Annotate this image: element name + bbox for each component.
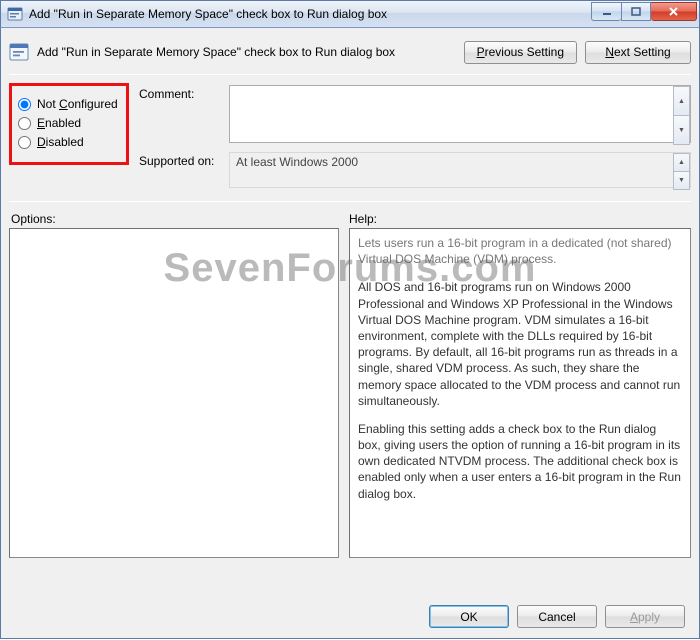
help-paragraph: Enabling this setting adds a check box t… bbox=[358, 421, 682, 502]
scroll-up-icon[interactable]: ▲ bbox=[673, 86, 690, 115]
scroll-down-icon[interactable]: ▼ bbox=[673, 115, 690, 145]
comment-input[interactable] bbox=[229, 85, 691, 143]
comment-scrollbar[interactable]: ▲ ▼ bbox=[673, 86, 690, 145]
radio-disabled-input[interactable] bbox=[18, 136, 31, 149]
policy-window-icon bbox=[7, 6, 23, 22]
state-radio-group: Not Configured Enabled Disabled bbox=[9, 83, 129, 165]
lower-panes: Lets users run a 16-bit program in a ded… bbox=[9, 228, 691, 558]
policy-title: Add "Run in Separate Memory Space" check… bbox=[37, 45, 456, 59]
help-paragraph: Lets users run a 16-bit program in a ded… bbox=[358, 235, 682, 267]
comment-label: Comment: bbox=[139, 85, 223, 101]
dialog-footer: OK Cancel Apply bbox=[429, 605, 685, 628]
policy-header: Add "Run in Separate Memory Space" check… bbox=[9, 32, 691, 72]
lower-labels: Options: Help: bbox=[9, 212, 691, 226]
radio-disabled[interactable]: Disabled bbox=[18, 135, 120, 149]
titlebar: Add "Run in Separate Memory Space" check… bbox=[0, 0, 700, 28]
options-pane[interactable] bbox=[9, 228, 339, 558]
client-area: Add "Run in Separate Memory Space" check… bbox=[0, 28, 700, 639]
scroll-down-icon[interactable]: ▼ bbox=[673, 171, 690, 190]
next-setting-button[interactable]: Next Setting bbox=[585, 41, 691, 64]
config-area: Not Configured Enabled Disabled Comment:… bbox=[9, 81, 691, 191]
help-paragraph: All DOS and 16-bit programs run on Windo… bbox=[358, 279, 682, 409]
options-label: Options: bbox=[9, 212, 339, 226]
policy-icon bbox=[9, 42, 29, 62]
fields-column: Comment: ▲ ▼ Supported on: At least Wind… bbox=[139, 81, 691, 191]
previous-setting-button[interactable]: Previous Setting bbox=[464, 41, 577, 64]
cancel-button[interactable]: Cancel bbox=[517, 605, 597, 628]
help-pane[interactable]: Lets users run a 16-bit program in a ded… bbox=[349, 228, 691, 558]
radio-not-configured-input[interactable] bbox=[18, 98, 31, 111]
help-label: Help: bbox=[349, 212, 377, 226]
radio-not-configured[interactable]: Not Configured bbox=[18, 97, 120, 111]
apply-button[interactable]: Apply bbox=[605, 605, 685, 628]
minimize-button[interactable] bbox=[591, 2, 621, 21]
window-title: Add "Run in Separate Memory Space" check… bbox=[29, 7, 591, 21]
separator bbox=[9, 74, 691, 75]
scroll-up-icon[interactable]: ▲ bbox=[673, 153, 690, 171]
ok-button[interactable]: OK bbox=[429, 605, 509, 628]
radio-enabled[interactable]: Enabled bbox=[18, 116, 120, 130]
supported-on-label: Supported on: bbox=[139, 152, 223, 168]
close-button[interactable] bbox=[651, 2, 697, 21]
separator bbox=[9, 201, 691, 202]
supported-scrollbar[interactable]: ▲ ▼ bbox=[673, 153, 690, 190]
maximize-button[interactable] bbox=[621, 2, 651, 21]
radio-enabled-input[interactable] bbox=[18, 117, 31, 130]
window-controls bbox=[591, 1, 699, 27]
supported-on-value: At least Windows 2000 bbox=[229, 152, 691, 188]
